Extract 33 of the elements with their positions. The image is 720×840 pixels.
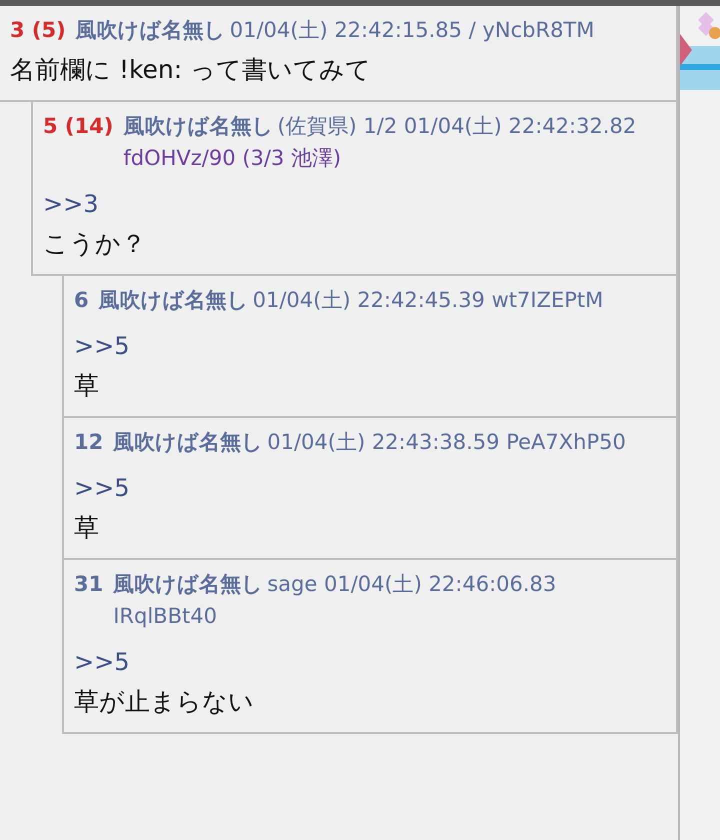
- post-body: 草が止まらない: [74, 686, 255, 718]
- post-body: 草: [74, 512, 100, 544]
- reply-anchor-link[interactable]: >>3: [43, 188, 98, 220]
- post-datetime: 01/04(土) 22:42:32.82: [404, 114, 636, 138]
- poster-name: 風吹けば名無し: [113, 572, 264, 596]
- poster-id: IRqlBBt40: [113, 604, 217, 628]
- post-number: 12: [74, 429, 104, 456]
- post-datetime: 01/04(土) 22:42:15.85 /: [230, 18, 476, 42]
- post-number: 6: [74, 287, 89, 314]
- reply-anchor-link[interactable]: >>5: [74, 472, 130, 504]
- poster-region: (佐賀県): [277, 114, 357, 138]
- poster-id: wt7IZEPtM: [492, 288, 604, 312]
- post-number: 31: [74, 571, 104, 598]
- post-datetime: 01/04(土) 22:46:06.83: [324, 572, 556, 596]
- post-datetime: 01/04(土) 22:43:38.59: [267, 430, 500, 454]
- id-count: (3/3 池澤): [242, 146, 342, 170]
- post-body: 名前欄に !ken: って書いてみて: [10, 54, 372, 86]
- poster-name: 風吹けば名無し: [76, 18, 226, 42]
- post-number: 3 (5): [10, 17, 66, 44]
- poster-name: 風吹けば名無し: [113, 430, 264, 454]
- post-datetime: 01/04(土) 22:42:45.39: [252, 288, 485, 312]
- post-count: 1/2: [363, 114, 398, 138]
- poster-name: 風吹けば名無し: [123, 114, 274, 138]
- post-body: こうか？: [43, 228, 147, 260]
- poster-id: yNcbR8TM: [482, 18, 594, 42]
- post-body: 草: [74, 370, 100, 402]
- poster-name: 風吹けば名無し: [98, 288, 249, 312]
- poster-id: fdOHVz/90: [123, 146, 236, 170]
- mail-field: sage: [267, 572, 318, 596]
- reply-anchor-link[interactable]: >>5: [74, 646, 130, 678]
- post-number: 5 (14): [43, 113, 114, 140]
- poster-id: PeA7XhP50: [506, 430, 626, 454]
- reply-anchor-link[interactable]: >>5: [74, 330, 130, 362]
